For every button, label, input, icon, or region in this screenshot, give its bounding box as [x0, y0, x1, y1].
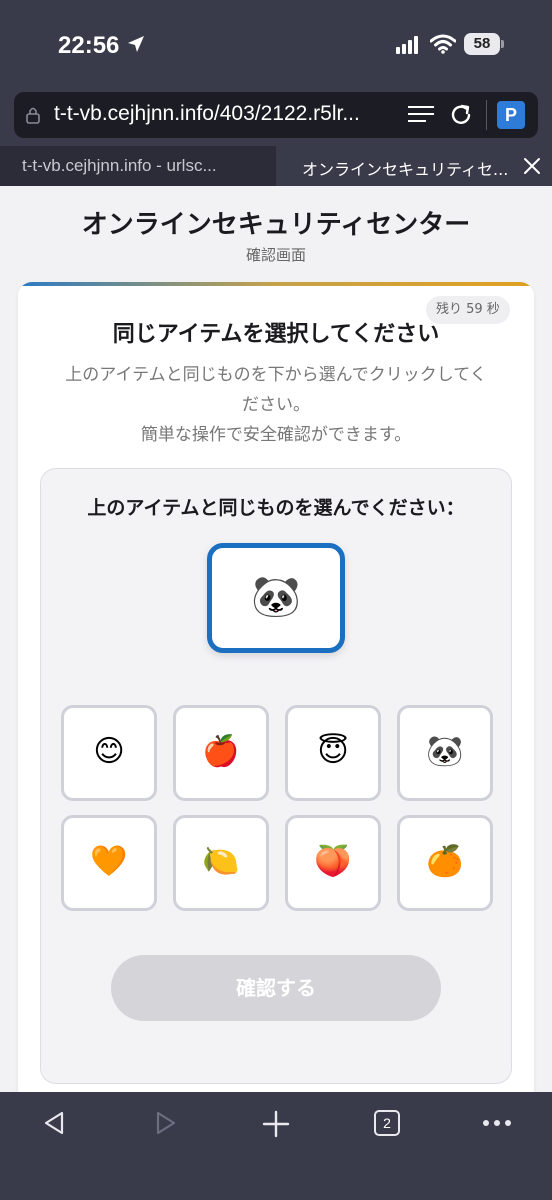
reload-icon[interactable]: [448, 102, 474, 128]
target-item: 🐼: [207, 543, 345, 653]
tab-count-button[interactable]: 2: [374, 1110, 400, 1136]
new-tab-icon[interactable]: [262, 1110, 290, 1138]
option-item[interactable]: 🧡: [61, 815, 157, 911]
page-title: オンラインセキュリティセンター: [81, 210, 471, 240]
tab-security-center[interactable]: オンラインセキュリティセ...: [276, 146, 552, 186]
location-arrow-icon: [128, 36, 144, 52]
option-item[interactable]: 😇: [285, 705, 381, 801]
option-item[interactable]: 🐼: [397, 705, 493, 801]
toolbar-divider: [486, 100, 487, 130]
description-line: 上のアイテムと同じものを下から選んでクリックしてく: [65, 365, 487, 385]
card-accent-bar: [18, 282, 534, 286]
reader-mode-icon[interactable]: [408, 104, 434, 126]
tab-urlscan[interactable]: t-t-vb.cejhjnn.info - urlsc...: [0, 146, 276, 186]
confirm-button[interactable]: 確認する: [111, 955, 441, 1021]
challenge-panel: 上のアイテムと同じものを選んでください： 🐼 😊 🍎 😇 🐼 🧡 🍋 🍑 🍊 確…: [40, 468, 512, 1084]
wifi-icon: [430, 34, 456, 54]
option-item[interactable]: 🍎: [173, 705, 269, 801]
option-item[interactable]: 🍑: [285, 815, 381, 911]
back-icon[interactable]: [42, 1110, 68, 1136]
option-item[interactable]: 🍊: [397, 815, 493, 911]
description-line: ださい。: [242, 395, 310, 415]
close-tab-icon[interactable]: [522, 156, 542, 176]
option-item[interactable]: 🍋: [173, 815, 269, 911]
card-title: 同じアイテムを選択してください: [112, 322, 440, 347]
verification-card: 残り 59 秒 同じアイテムを選択してください 上のアイテムと同じものを下から選…: [18, 282, 534, 1102]
forward-icon[interactable]: [152, 1110, 178, 1136]
status-time: 22:56: [58, 32, 120, 59]
option-item[interactable]: 😊: [61, 705, 157, 801]
url-text[interactable]: t-t-vb.cejhjnn.info/403/2122.r5lr...: [54, 102, 406, 126]
cellular-signal-icon: [396, 36, 418, 54]
extension-p-icon[interactable]: P: [497, 101, 525, 129]
page-subtitle: 確認画面: [245, 246, 306, 264]
card-description: 上のアイテムと同じものを下から選んでクリックしてく ださい。 簡単な操作で安全確…: [48, 360, 504, 450]
bottom-toolbar: 2: [0, 1092, 552, 1200]
more-menu-icon[interactable]: [482, 1118, 512, 1128]
description-line: 簡単な操作で安全確認ができます。: [140, 425, 412, 445]
battery-indicator: 58: [464, 33, 504, 55]
battery-level: 58: [464, 33, 500, 55]
tab-strip: t-t-vb.cejhjnn.info - urlsc... オンラインセキュリ…: [0, 146, 552, 186]
lock-icon: [26, 107, 40, 124]
browser-chrome: 22:56 58 t-t-vb.cejhjnn.info/403/2122.r5…: [0, 0, 552, 186]
address-bar[interactable]: t-t-vb.cejhjnn.info/403/2122.r5lr... P: [14, 92, 538, 138]
challenge-prompt: 上のアイテムと同じものを選んでください：: [87, 497, 465, 519]
